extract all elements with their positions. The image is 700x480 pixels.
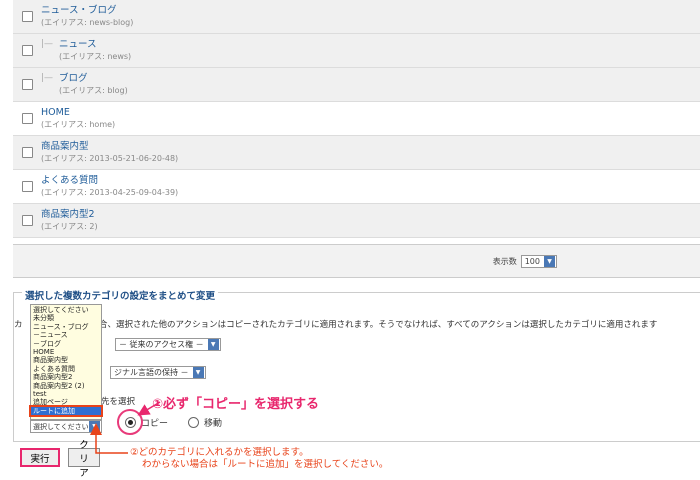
row-checkbox-cell bbox=[13, 215, 41, 226]
table-row: |— ニュース (エイリアス: news) bbox=[13, 34, 700, 68]
dropdown-option[interactable]: よくある質問 bbox=[31, 365, 101, 373]
language-select[interactable]: ジナル言語の保持 － ▼ bbox=[110, 366, 206, 379]
category-table: ニュース・ブログ (エイリアス: news-blog) |— ニュース (エイリアス: … bbox=[13, 0, 700, 238]
category-name-cell: ニュース・ブログ (エイリアス: news-blog) bbox=[41, 5, 133, 28]
category-link[interactable]: 商品案内型2 bbox=[41, 209, 98, 221]
table-row: 商品案内型2 (エイリアス: 2) bbox=[13, 204, 700, 238]
table-row: |— ブログ (エイリアス: blog) bbox=[13, 68, 700, 102]
move-radio[interactable] bbox=[188, 417, 200, 428]
access-select[interactable]: － 従来のアクセス権 － ▼ bbox=[115, 338, 221, 351]
category-alias: (エイリアス: home) bbox=[41, 120, 116, 129]
annotation-category-line1: ②どのカテゴリに入れるかを選択します。 bbox=[130, 447, 309, 458]
row-checkbox[interactable] bbox=[21, 45, 33, 56]
page-size-value: 100 bbox=[524, 257, 540, 266]
row-checkbox-cell bbox=[13, 181, 41, 192]
target-category-value: 選択してください bbox=[33, 422, 89, 431]
chevron-down-icon: ▼ bbox=[89, 421, 100, 432]
category-alias: (エイリアス: 2013-04-25-09-04-39) bbox=[41, 188, 179, 197]
category-link[interactable]: ニュース bbox=[59, 39, 131, 51]
dropdown-option[interactable]: ニュース・ブログ bbox=[31, 323, 101, 331]
pager: 表示数 100 ▼ bbox=[493, 255, 557, 268]
row-checkbox[interactable] bbox=[21, 79, 33, 90]
category-name-cell: HOME (エイリアス: home) bbox=[41, 107, 115, 130]
copy-highlight-circle bbox=[117, 409, 143, 435]
dropdown-option[interactable]: 商品案内型 bbox=[31, 356, 101, 364]
chevron-down-icon: ▼ bbox=[207, 339, 219, 350]
category-name-cell: |— ブログ (エイリアス: blog) bbox=[41, 73, 128, 96]
category-alias: (エイリアス: blog) bbox=[59, 86, 128, 95]
annotation-category-line2: わからない場合は「ルートに追加」を選択してください。 bbox=[142, 459, 389, 470]
row-checkbox-cell bbox=[13, 147, 41, 158]
category-name-cell: 商品案内型 (エイリアス: 2013-05-21-06-20-48) bbox=[41, 141, 178, 164]
table-row: よくある質問 (エイリアス: 2013-04-25-09-04-39) bbox=[13, 170, 700, 204]
chevron-down-icon: ▼ bbox=[192, 367, 204, 378]
category-link[interactable]: HOME bbox=[41, 107, 115, 119]
category-name-cell: |— ニュース (エイリアス: news) bbox=[41, 39, 131, 62]
pager-label: 表示数 bbox=[492, 257, 517, 266]
row-checkbox-cell bbox=[13, 11, 41, 22]
clear-button[interactable]: クリア bbox=[68, 440, 100, 479]
category-link[interactable]: よくある質問 bbox=[41, 175, 178, 187]
row-checkbox-cell bbox=[13, 113, 41, 124]
category-link[interactable]: ニュース・ブログ bbox=[41, 5, 133, 17]
tree-branch-icon: |— bbox=[41, 73, 54, 83]
copy-label: コピー bbox=[141, 419, 169, 429]
table-row: HOME (エイリアス: home) bbox=[13, 102, 700, 136]
category-alias: (エイリアス: 2) bbox=[41, 222, 98, 231]
category-link[interactable]: 商品案内型 bbox=[41, 141, 178, 153]
table-row: ニュース・ブログ (エイリアス: news-blog) bbox=[13, 0, 700, 34]
row-checkbox-cell bbox=[13, 45, 41, 56]
row-checkbox[interactable] bbox=[21, 113, 33, 124]
category-name-cell: 商品案内型2 (エイリアス: 2) bbox=[41, 209, 98, 232]
dropdown-option[interactable]: －ブログ bbox=[31, 340, 101, 348]
row-checkbox[interactable] bbox=[21, 215, 33, 226]
execute-button[interactable]: 実行 bbox=[20, 448, 60, 467]
dropdown-option[interactable]: 商品案内型2 (2) bbox=[31, 382, 101, 390]
tree-branch-icon: |— bbox=[41, 39, 54, 49]
target-select-label: 先を選択 bbox=[101, 397, 136, 407]
category-dropdown-list[interactable]: 選択してください 未分類 ニュース・ブログ －ニュース －ブログ HOME 商品案内型 よくあ… bbox=[29, 304, 103, 420]
page-size-select[interactable]: 100 ▼ bbox=[520, 255, 557, 268]
dropdown-option[interactable]: 未分類 bbox=[31, 314, 101, 322]
dropdown-option[interactable]: 商品案内型2 bbox=[31, 373, 101, 381]
category-alias: (エイリアス: news-blog) bbox=[41, 18, 134, 27]
category-alias: (エイリアス: news) bbox=[59, 52, 132, 61]
access-value: － 従来のアクセス権 － bbox=[119, 340, 204, 349]
dropdown-option[interactable]: 追加ページ bbox=[31, 398, 101, 406]
row-checkbox[interactable] bbox=[21, 11, 33, 22]
row-checkbox[interactable] bbox=[21, 181, 33, 192]
chevron-down-icon: ▼ bbox=[544, 256, 555, 267]
category-link[interactable]: ブログ bbox=[59, 73, 128, 85]
category-name-cell: よくある質問 (エイリアス: 2013-04-25-09-04-39) bbox=[41, 175, 178, 198]
move-label: 移動 bbox=[204, 419, 223, 429]
language-value: ジナル言語の保持 － bbox=[114, 368, 189, 377]
dropdown-option[interactable]: ルートに追加 bbox=[29, 404, 103, 418]
batch-description: カ 択した場合、選択された他のアクションはコピーされたカテゴリに適用されます。そ… bbox=[14, 320, 658, 330]
batch-legend: 選択した複数カテゴリの設定をまとめて変更 bbox=[22, 288, 219, 302]
table-row: 商品案内型 (エイリアス: 2013-05-21-06-20-48) bbox=[13, 136, 700, 170]
annotation-category-note: ②どのカテゴリに入れるかを選択します。 わからない場合は「ルートに追加」を選択し… bbox=[130, 447, 388, 471]
dropdown-option[interactable]: －ニュース bbox=[31, 331, 101, 339]
category-alias: (エイリアス: 2013-05-21-06-20-48) bbox=[41, 154, 179, 163]
row-checkbox[interactable] bbox=[21, 147, 33, 158]
pager-bar: 表示数 100 ▼ bbox=[13, 244, 700, 278]
row-checkbox-cell bbox=[13, 79, 41, 90]
annotation-copy-note: ①必ず「コピー」を選択する bbox=[152, 397, 320, 412]
target-category-select[interactable]: 選択してください ▼ bbox=[30, 420, 102, 433]
